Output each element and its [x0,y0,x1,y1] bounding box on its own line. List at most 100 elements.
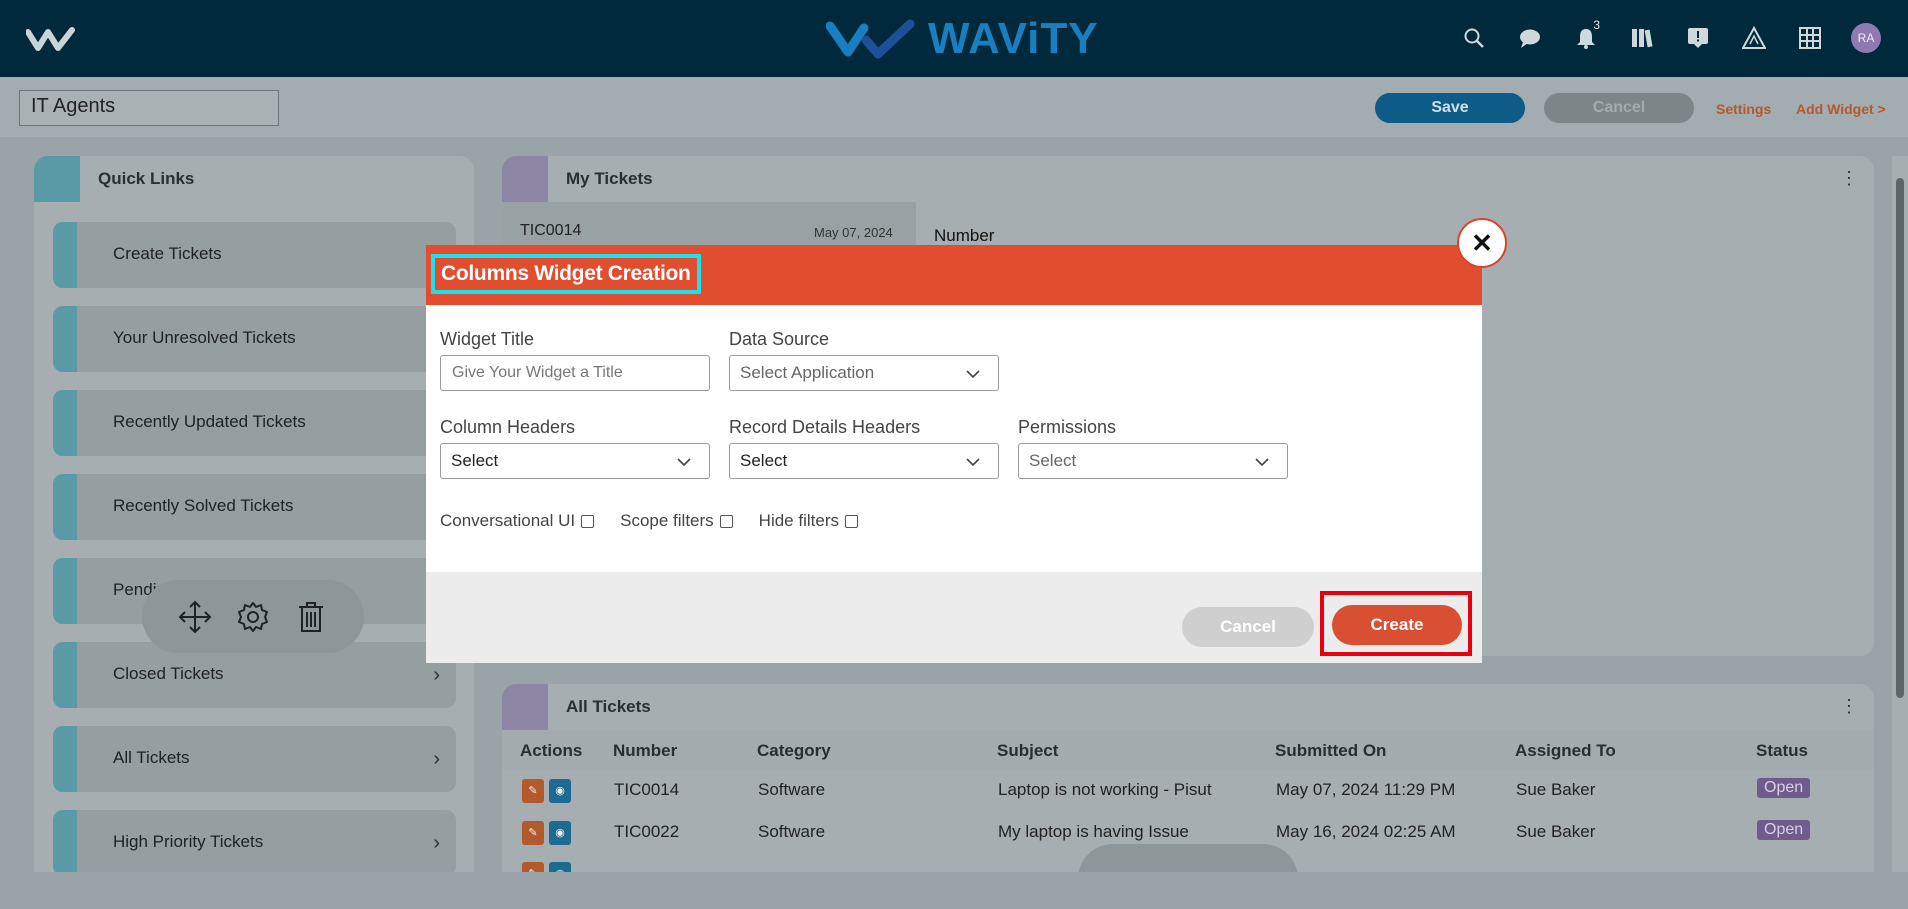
cell-submitted-on: May 07, 2024 11:29 PM [1276,780,1456,799]
user-avatar[interactable]: RA [1838,20,1894,56]
item-accent [53,558,77,624]
chevron-right-icon: › [433,664,440,686]
top-navbar: WAViTY 3 RA [0,0,1908,77]
scrollbar-thumb[interactable] [1896,178,1904,698]
hide-filters-label: Hide filters [758,511,839,530]
widget-title: All Tickets [566,697,651,716]
settings-link[interactable]: Settings [1716,101,1771,117]
column-header[interactable]: Category [757,741,831,761]
quick-link-label: Create Tickets [113,244,222,263]
quick-link-create-tickets[interactable]: Create Tickets › [53,222,456,288]
scope-filters-checkbox[interactable] [719,514,733,528]
save-button[interactable]: Save [1375,93,1525,123]
column-header[interactable]: Number [613,741,677,761]
cancel-button[interactable]: Cancel [1182,607,1314,647]
cell-number[interactable]: TIC0014 [614,780,679,800]
cell-subject: Laptop is not working - Pisut [998,780,1212,799]
cell-category: Software [758,780,826,799]
kebab-menu-icon[interactable]: ⋮ [1840,168,1858,189]
eye-icon[interactable]: ◉ [549,821,571,845]
conversational-ui-label: Conversational UI [440,511,576,530]
move-icon[interactable] [177,599,213,635]
library-icon[interactable] [1614,20,1670,56]
quick-link-label: Recently Updated Tickets [113,412,306,431]
select-value: Select [740,451,788,470]
quick-link-label: Your Unresolved Tickets [113,328,296,347]
column-header[interactable]: Submitted On [1275,741,1386,761]
chat-icon[interactable] [1502,20,1558,56]
dialog-header: Columns Widget Creation [426,245,1482,305]
gear-icon[interactable] [235,599,271,635]
select-value: Select [451,451,499,470]
close-icon[interactable]: ✕ [1457,218,1507,268]
feedback-icon[interactable] [1670,20,1726,56]
chevron-right-icon: › [433,748,440,770]
create-button[interactable]: Create [1332,605,1462,645]
edit-icon[interactable]: ✎ [522,821,544,845]
conversational-ui-checkbox[interactable] [581,514,595,528]
chevron-down-icon [966,370,980,379]
bell-icon[interactable]: 3 [1558,18,1614,56]
quick-link-recently-updated[interactable]: Recently Updated Tickets [53,390,456,456]
widget-accent [502,684,548,730]
dashboard-title-input[interactable]: IT Agents [19,90,279,126]
options-checkboxes: Conversational UI Scope filters Hide fil… [440,511,884,531]
chevron-right-icon: › [433,832,440,854]
chevron-down-icon [966,458,980,467]
quick-link-recently-solved[interactable]: Recently Solved Tickets [53,474,456,540]
permissions-select[interactable]: Select [1018,443,1288,479]
permissions-label: Permissions [1018,417,1117,437]
status-badge: Open [1757,820,1811,840]
record-details-headers-label: Record Details Headers [729,417,921,437]
avatar[interactable]: RA [1851,23,1881,53]
item-accent [53,306,77,372]
column-header: Actions [520,741,583,760]
page-scrollbar[interactable] [1892,156,1908,876]
quick-link-all-tickets[interactable]: All Tickets › [53,726,456,792]
widget-title-input[interactable]: Give Your Widget a Title [440,355,710,391]
alert-triangle-icon[interactable] [1726,20,1782,56]
cancel-dashboard-button[interactable]: Cancel [1544,93,1694,123]
ticket-number[interactable]: TIC0014 [520,222,581,240]
trash-icon[interactable] [293,599,329,635]
column-header[interactable]: Status [1756,741,1808,761]
widget-accent [34,156,80,202]
brand-logo: WAViTY [826,14,1099,64]
column-headers-select[interactable]: Select [440,443,710,479]
edit-icon[interactable]: ✎ [522,779,544,803]
quick-link-label: All Tickets [113,748,190,767]
scope-filters-label: Scope filters [620,511,714,530]
item-accent [53,222,77,288]
eye-icon[interactable]: ◉ [549,779,571,803]
table-header [502,730,1874,770]
kebab-menu-icon[interactable]: ⋮ [1840,696,1858,717]
my-tickets-header: My Tickets ⋮ [502,156,1874,202]
detail-field-label: Number [934,226,995,245]
cell-number[interactable]: TIC0022 [614,822,679,842]
hide-filters-checkbox[interactable] [844,514,858,528]
widget-title: My Tickets [566,169,653,188]
data-source-label: Data Source [729,329,830,349]
widget-actions-toolbar [142,580,364,653]
widget-accent [502,156,548,202]
data-source-select[interactable]: Select Application [729,355,999,391]
apps-grid-icon[interactable] [1782,20,1838,56]
quick-link-label: Closed Tickets [113,664,224,683]
quick-link-unresolved[interactable]: Your Unresolved Tickets [53,306,456,372]
cell-subject: My laptop is having Issue [998,822,1189,841]
home-logo-icon[interactable] [26,26,76,52]
notification-count: 3 [1593,18,1600,32]
column-header[interactable]: Subject [997,741,1058,761]
quick-link-high-priority[interactable]: High Priority Tickets › [53,810,456,876]
search-icon[interactable] [1446,20,1502,56]
bottom-strip [0,872,1908,909]
record-details-headers-select[interactable]: Select [729,443,999,479]
column-header[interactable]: Assigned To [1515,741,1616,761]
cell-category: Software [758,822,826,841]
quick-link-label: Recently Solved Tickets [113,496,294,515]
item-accent [53,474,77,540]
table-row: ✎ ◉ TIC0014 Software Laptop is not worki… [502,770,1874,812]
widget-title-label: Widget Title [440,329,535,349]
add-widget-link[interactable]: Add Widget > [1796,101,1886,117]
item-accent [53,810,77,876]
